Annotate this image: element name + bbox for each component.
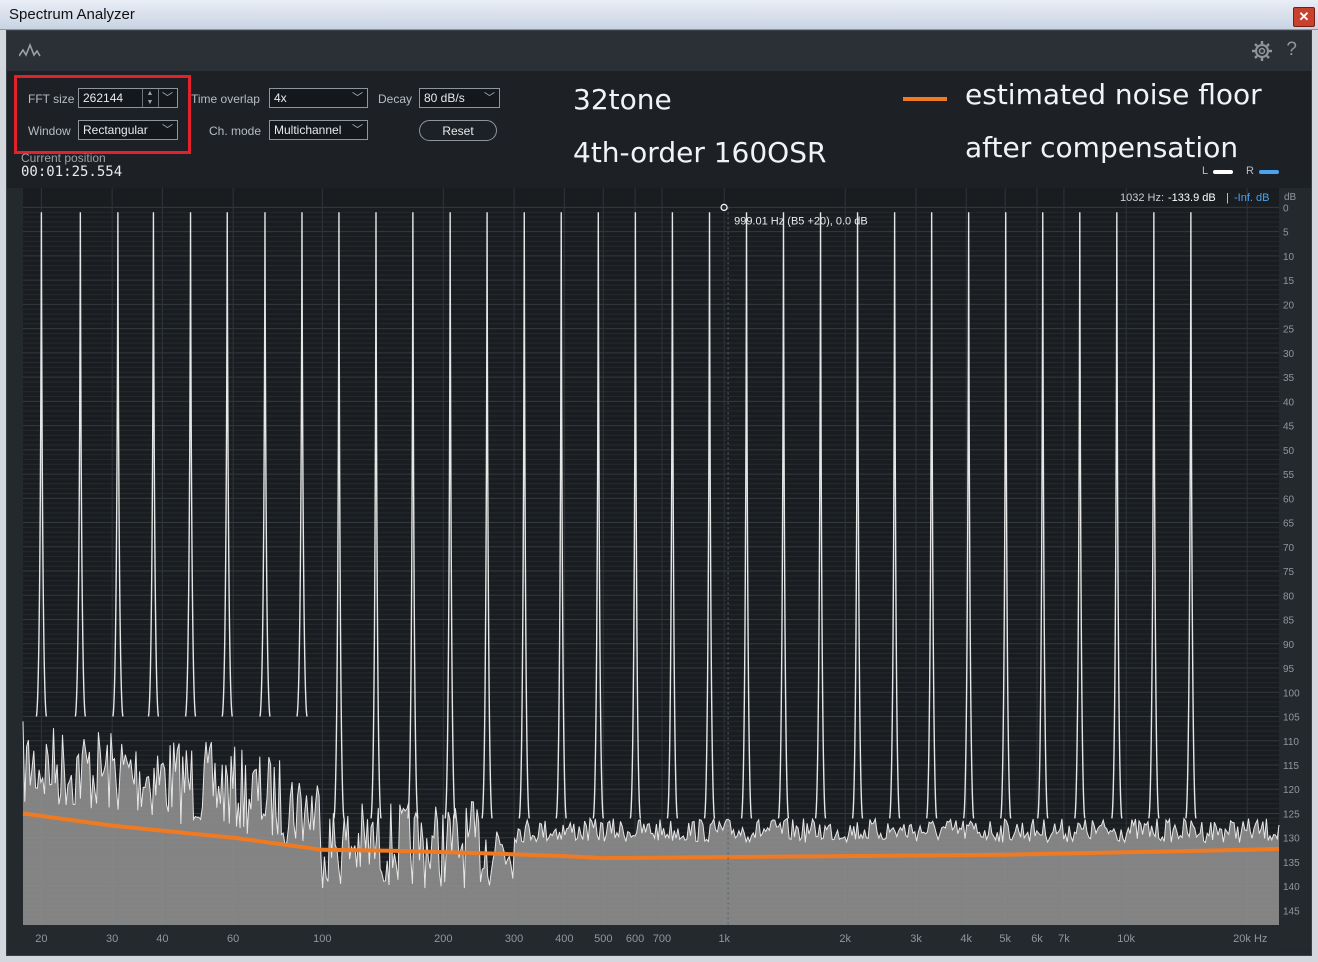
y-tick-label: 0 [1283,203,1289,214]
spectrum-plot[interactable]: 999.01 Hz (B5 +20), 0.0 dB 1032 Hz: -133.9… [7,31,1311,955]
x-tick-label: 500 [594,933,612,945]
x-tick-label: 7k [1058,933,1070,945]
y-tick-label: 140 [1283,882,1300,893]
y-tick-label: 15 [1283,276,1295,287]
readout-separator: | [1226,192,1229,204]
y-tick-label: 80 [1283,591,1295,602]
y-tick-label: 120 [1283,785,1300,796]
x-tick-label: 600 [626,933,644,945]
x-tick-label: 1k [718,933,730,945]
x-tick-label: 700 [653,933,671,945]
y-tick-label: 85 [1283,616,1295,627]
y-tick-label: 90 [1283,640,1295,651]
y-tick-label: 130 [1283,834,1300,845]
y-tick-label: 110 [1283,737,1299,748]
y-tick-label: 5 [1283,228,1289,239]
peak-label: 999.01 Hz (B5 +20), 0.0 dB [734,215,868,227]
x-tick-label: 300 [505,933,523,945]
y-tick-label: 10 [1283,252,1295,263]
readout-cursor-value: -133.9 dB [1168,192,1216,204]
y-tick-label: 125 [1283,809,1300,820]
x-tick-label: 5k [999,933,1011,945]
x-tick-label: 20 [35,933,47,945]
y-tick-label: 115 [1283,761,1299,772]
y-tick-label: 25 [1283,325,1295,336]
y-tick-label: 50 [1283,446,1295,457]
x-tick-label: 30 [106,933,118,945]
y-tick-label: 30 [1283,349,1295,360]
x-tick-label: 100 [313,933,331,945]
x-tick-label: 200 [434,933,452,945]
x-tick-label: 20k Hz [1233,933,1267,945]
y-tick-label: 75 [1283,567,1295,578]
y-tick-label: 70 [1283,543,1295,554]
y-tick-label: 65 [1283,519,1295,530]
readout-cursor-text: 1032 Hz: [1120,192,1164,204]
y-tick-label: 145 [1283,906,1300,917]
y-tick-label: 105 [1283,713,1300,724]
x-tick-label: 4k [960,933,972,945]
y-tick-label: 35 [1283,373,1295,384]
x-tick-label: 10k [1117,933,1135,945]
y-tick-label: 40 [1283,397,1295,408]
y-tick-label: 55 [1283,470,1295,481]
left-margin [7,188,23,925]
window-titlebar: Spectrum Analyzer ✕ [0,0,1318,30]
x-tick-label: 6k [1031,933,1043,945]
readout-right-value: -Inf. dB [1234,192,1269,204]
y-tick-label: 20 [1283,300,1295,311]
y-tick-label: 60 [1283,494,1295,505]
x-tick-label: 3k [910,933,922,945]
x-tick-label: 60 [227,933,239,945]
y-tick-label: 95 [1283,664,1295,675]
y-tick-label: 135 [1283,858,1300,869]
x-tick-label: 400 [555,933,573,945]
analyzer-frame: ? FFT size 262144 ▲ ▼ ﹀ Window Rectangula… [6,30,1312,956]
window-title: Spectrum Analyzer [9,6,135,23]
x-tick-label: 40 [156,933,168,945]
x-tick-label: 2k [839,933,851,945]
y-tick-label: 100 [1283,688,1300,699]
y-axis-unit: dB [1284,192,1297,203]
close-button[interactable]: ✕ [1293,7,1315,27]
y-tick-label: 45 [1283,422,1295,433]
